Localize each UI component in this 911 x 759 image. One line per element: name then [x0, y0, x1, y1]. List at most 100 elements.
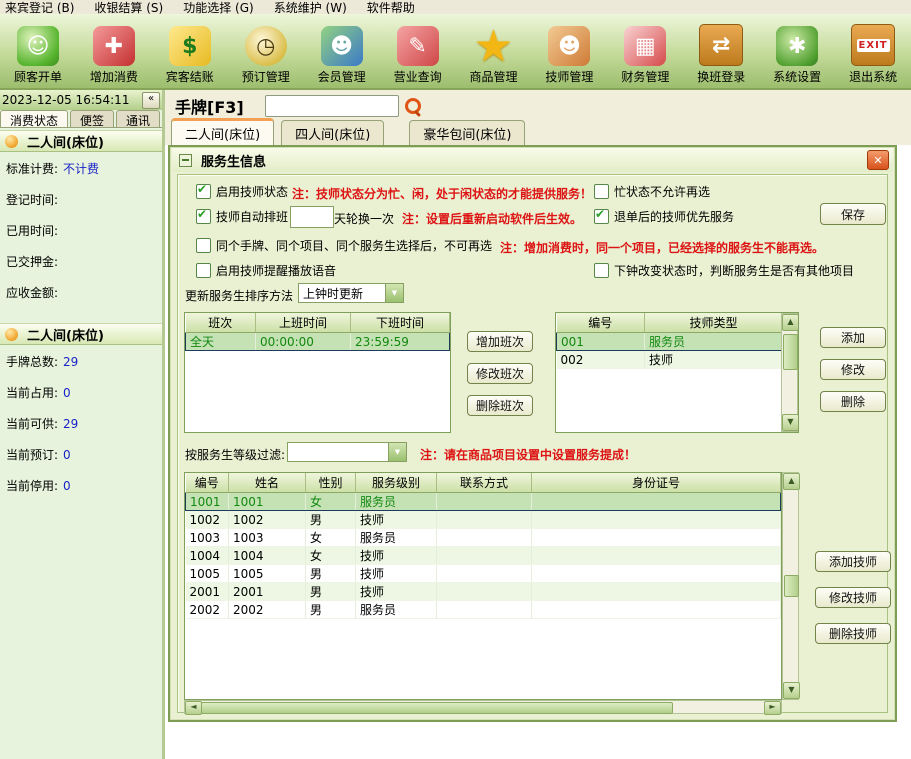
- summary-field: 当前预订: 0: [6, 446, 162, 463]
- toolbar-button[interactable]: ▦ 财务管理: [607, 14, 683, 88]
- collapse-sidebar-button[interactable]: «: [142, 92, 160, 109]
- table-row[interactable]: 20012001男 技师: [186, 583, 781, 601]
- sidebar-tab[interactable]: 消费状态: [0, 110, 68, 127]
- enable-status-checkbox[interactable]: [196, 184, 211, 199]
- scrollbar-thumb[interactable]: [201, 702, 673, 714]
- toolbar-button[interactable]: $ 宾客结账: [152, 14, 228, 88]
- auto-shift-checkbox[interactable]: [196, 209, 211, 224]
- room-tab[interactable]: 四人间(床位): [281, 120, 384, 145]
- field-value: 0: [63, 448, 71, 462]
- off-clock-check-checkbox[interactable]: [594, 263, 609, 278]
- toolbar-button[interactable]: ☻ 会员管理: [304, 14, 380, 88]
- close-icon[interactable]: ✕: [867, 150, 889, 170]
- table-row[interactable]: 10021002男 技师: [186, 511, 781, 529]
- field-label: 当前预订:: [6, 446, 58, 463]
- column-header: 性别: [306, 473, 356, 493]
- checkout-icon: $: [169, 26, 211, 66]
- status-field: 标准计费: 不计费: [6, 160, 162, 177]
- staff-action-button[interactable]: 修改技师: [815, 587, 891, 608]
- filter-label: 按服务生等级过滤:: [185, 446, 285, 463]
- staff-action-button[interactable]: 删除技师: [815, 623, 891, 644]
- busy-no-reselect-checkbox[interactable]: [594, 184, 609, 199]
- table-row[interactable]: 20022002男 服务员: [186, 601, 781, 619]
- add-consume-icon: ✚: [93, 26, 135, 66]
- shift-action-button[interactable]: 删除班次: [467, 395, 533, 416]
- type-action-button[interactable]: 修改: [820, 359, 886, 380]
- dialog-title: 服务生信息: [201, 151, 266, 170]
- toolbar-button-label: 营业查询: [394, 68, 442, 85]
- field-label: 当前可供:: [6, 415, 58, 432]
- status-field: 登记时间:: [6, 191, 162, 208]
- chevron-down-icon[interactable]: [385, 284, 403, 302]
- toolbar-button-label: 顾客开单: [14, 68, 62, 85]
- table-row[interactable]: 全天00:00:0023:59:59: [186, 333, 450, 351]
- filter-select[interactable]: [287, 442, 407, 462]
- table-row[interactable]: 001服务员: [557, 333, 783, 351]
- scroll-up-icon[interactable]: [783, 473, 800, 490]
- toolbar-button[interactable]: ✚ 增加消费: [76, 14, 152, 88]
- scroll-down-icon[interactable]: [782, 414, 799, 431]
- voice-remind-checkbox[interactable]: [196, 263, 211, 278]
- sidebar-tab[interactable]: 通讯: [116, 110, 160, 127]
- staff-action-button[interactable]: 添加技师: [815, 551, 891, 572]
- search-icon[interactable]: [405, 98, 421, 114]
- type-action-button[interactable]: 删除: [820, 391, 886, 412]
- orange-ball-icon: [5, 328, 18, 341]
- technician-icon: ☻: [548, 26, 590, 66]
- toolbar: ☺ 顾客开单 ✚ 增加消费 $ 宾客结账 ◷ 预订管理 ☻ 会员管理 ✎ 营业查…: [0, 14, 911, 90]
- refund-priority-label: 退单后的技师优先服务: [614, 208, 734, 225]
- shift-action-button[interactable]: 修改班次: [467, 363, 533, 384]
- field-value: 29: [63, 355, 78, 369]
- exit-icon: EXIT: [851, 24, 895, 66]
- toolbar-button[interactable]: ◷ 预订管理: [228, 14, 304, 88]
- refund-priority-checkbox[interactable]: [594, 209, 609, 224]
- scroll-left-icon[interactable]: [185, 701, 202, 715]
- room-tab[interactable]: 豪华包间(床位): [409, 120, 525, 145]
- toolbar-button-label: 宾客结账: [166, 68, 214, 85]
- staff-table: 编号姓名性别服务级别联系方式身份证号 10011001女 服务员 1002100…: [184, 472, 782, 700]
- section-header: 二人间(床位): [0, 130, 162, 152]
- orange-ball-icon: [5, 135, 18, 148]
- column-header: 班次: [186, 313, 256, 333]
- toolbar-button[interactable]: ★ 商品管理: [456, 14, 532, 88]
- summary-field: 当前可供: 29: [6, 415, 162, 432]
- auto-shift-days-input[interactable]: [290, 206, 334, 228]
- table-row[interactable]: 10041004女 技师: [186, 547, 781, 565]
- table-row[interactable]: 10051005男 技师: [186, 565, 781, 583]
- scrollbar-thumb[interactable]: [784, 575, 799, 597]
- scrollbar-thumb[interactable]: [783, 334, 798, 370]
- summary-field: 手牌总数: 29: [6, 353, 162, 370]
- scroll-up-icon[interactable]: [782, 314, 799, 331]
- field-value: 0: [63, 479, 71, 493]
- table-row[interactable]: 10031003女 服务员: [186, 529, 781, 547]
- chevron-down-icon[interactable]: [388, 443, 406, 461]
- hand-tag-input[interactable]: [265, 95, 399, 117]
- field-value: 不计费: [63, 160, 99, 177]
- toolbar-button[interactable]: ☻ 技师管理: [531, 14, 607, 88]
- type-table-scrollbar[interactable]: [781, 313, 798, 432]
- toolbar-button[interactable]: ⇄ 换班登录: [683, 14, 759, 88]
- scroll-down-icon[interactable]: [783, 682, 800, 699]
- toolbar-button[interactable]: ☺ 顾客开单: [0, 14, 76, 88]
- toolbar-button[interactable]: ✎ 营业查询: [380, 14, 456, 88]
- save-button[interactable]: 保存: [820, 203, 886, 225]
- sort-method-select[interactable]: 上钟时更新: [298, 283, 404, 303]
- same-tag-checkbox[interactable]: [196, 238, 211, 253]
- type-action-button[interactable]: 添加: [820, 327, 886, 348]
- section-title: 二人间(床位): [27, 325, 104, 344]
- table-row[interactable]: 002技师: [557, 351, 783, 369]
- toolbar-button[interactable]: EXIT 退出系统: [835, 14, 911, 88]
- auto-shift-label: 技师自动排班: [216, 208, 288, 225]
- scroll-right-icon[interactable]: [764, 701, 781, 715]
- status-field: 应收金额:: [6, 284, 162, 301]
- menu-bar: 来宾登记 (B)收银结算 (S)功能选择 (G)系统维护 (W)软件帮助: [0, 0, 911, 14]
- status-field: 已交押金:: [6, 253, 162, 270]
- sidebar-tab[interactable]: 便签: [70, 110, 114, 127]
- toolbar-button[interactable]: ✱ 系统设置: [759, 14, 835, 88]
- shift-action-button[interactable]: 增加班次: [467, 331, 533, 352]
- room-tab[interactable]: 二人间(床位): [171, 118, 274, 145]
- staff-table-vscrollbar[interactable]: [782, 472, 799, 700]
- field-label: 登记时间:: [6, 191, 58, 208]
- staff-table-hscrollbar[interactable]: [184, 700, 782, 714]
- table-row[interactable]: 10011001女 服务员: [186, 493, 781, 511]
